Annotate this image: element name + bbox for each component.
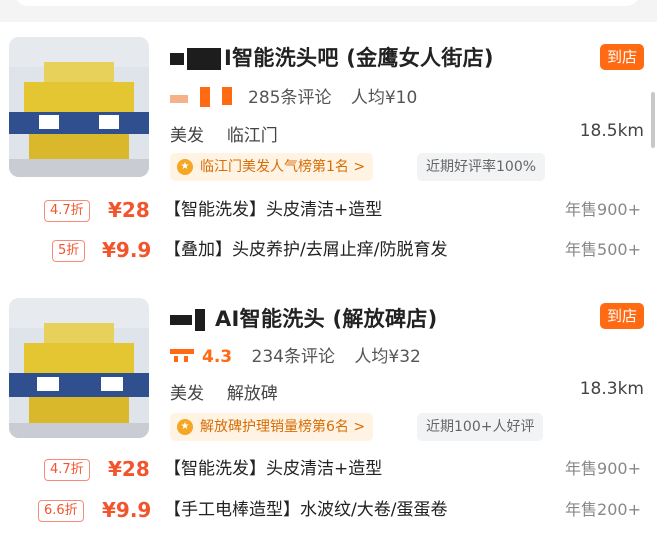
rating-stars-icon	[170, 85, 238, 112]
rating-row: 285条评论 人均¥10	[170, 83, 417, 112]
discount-tag: 5折	[52, 240, 86, 262]
deal-row[interactable]: 6.6折 ¥9.9 【手工电棒造型】水波纹/大卷/蛋蛋卷 年售200+	[0, 495, 657, 527]
average-price: 人均¥32	[354, 347, 421, 367]
category: 美发	[170, 384, 204, 404]
shop-card[interactable]: AI智能洗头 (解放碑店) 到店 4.3 234条评论 人均¥32 美发 解放碑…	[0, 284, 657, 535]
deal-price: ¥9.9	[102, 238, 152, 262]
shop-title-text: AI智能洗头 (解放碑店)	[215, 307, 438, 331]
store-visit-badge: 到店	[600, 44, 644, 70]
discount-tag: 4.7折	[44, 200, 90, 222]
category: 美发	[170, 126, 204, 146]
shop-title[interactable]: I智能洗头吧 (金鹰女人街店)	[170, 42, 494, 72]
medal-icon: ★	[177, 159, 193, 175]
store-visit-badge: 到店	[600, 303, 644, 329]
discount-tag: 6.6折	[38, 500, 84, 522]
average-price: 人均¥10	[350, 88, 418, 108]
area: 临江门	[226, 126, 278, 146]
shop-title[interactable]: AI智能洗头 (解放碑店)	[170, 303, 437, 333]
deal-row[interactable]: 5折 ¥9.9 【叠加】头皮养护/去屑止痒/防脱育发 年售500+	[0, 235, 657, 267]
medal-icon: ★	[177, 419, 193, 435]
previous-card-edge	[14, 0, 640, 6]
deal-title: 【智能洗发】头皮清洁+造型	[164, 459, 383, 479]
shop-thumbnail[interactable]	[9, 298, 149, 438]
rank-text: 解放碑护理销量榜第6名 >	[200, 419, 366, 435]
deal-title: 【叠加】头皮养护/去屑止痒/防脱育发	[164, 240, 448, 260]
rating-score: 4.3	[202, 347, 233, 367]
deal-price: ¥28	[108, 198, 150, 222]
area: 解放碑	[226, 384, 278, 404]
rating-stars-icon	[170, 345, 200, 370]
discount-tag: 4.7折	[44, 459, 90, 481]
deal-title: 【手工电棒造型】水波纹/大卷/蛋蛋卷	[164, 500, 448, 520]
praise-tag: 近期100+人好评	[417, 413, 544, 441]
scrollbar[interactable]	[651, 92, 655, 148]
shop-title-text: I智能洗头吧 (金鹰女人街店)	[224, 46, 494, 70]
redacted-logo	[170, 53, 184, 65]
review-count[interactable]: 234条评论	[252, 347, 335, 367]
annual-sales: 年售500+	[565, 240, 641, 259]
redacted-logo	[195, 309, 205, 331]
deal-title: 【智能洗发】头皮清洁+造型	[164, 200, 383, 220]
rank-badge[interactable]: ★ 解放碑护理销量榜第6名 >	[170, 413, 374, 441]
shop-thumbnail[interactable]	[9, 37, 149, 177]
annual-sales: 年售900+	[565, 200, 641, 219]
deal-row[interactable]: 4.7折 ¥28 【智能洗发】头皮清洁+造型 年售900+	[0, 454, 657, 486]
praise-tag: 近期好评率100%	[417, 153, 546, 181]
distance: 18.3km	[579, 379, 644, 399]
deal-row[interactable]: 4.7折 ¥28 【智能洗发】头皮清洁+造型 年售900+	[0, 195, 657, 227]
category-row: 美发 临江门	[170, 121, 278, 146]
shop-card[interactable]: I智能洗头吧 (金鹰女人街店) 到店 285条评论 人均¥10 美发 临江门 1…	[0, 22, 657, 284]
annual-sales: 年售200+	[565, 500, 641, 519]
review-count[interactable]: 285条评论	[248, 88, 331, 108]
rank-badge[interactable]: ★ 临江门美发人气榜第1名 >	[170, 153, 374, 181]
redacted-logo	[187, 48, 221, 70]
category-row: 美发 解放碑	[170, 379, 278, 404]
annual-sales: 年售900+	[565, 459, 641, 478]
deal-price: ¥9.9	[102, 498, 152, 522]
rank-text: 临江门美发人气榜第1名 >	[200, 159, 366, 175]
distance: 18.5km	[579, 121, 644, 141]
redacted-logo	[170, 315, 192, 325]
deal-price: ¥28	[108, 457, 150, 481]
rating-row: 4.3 234条评论 人均¥32	[170, 342, 421, 370]
